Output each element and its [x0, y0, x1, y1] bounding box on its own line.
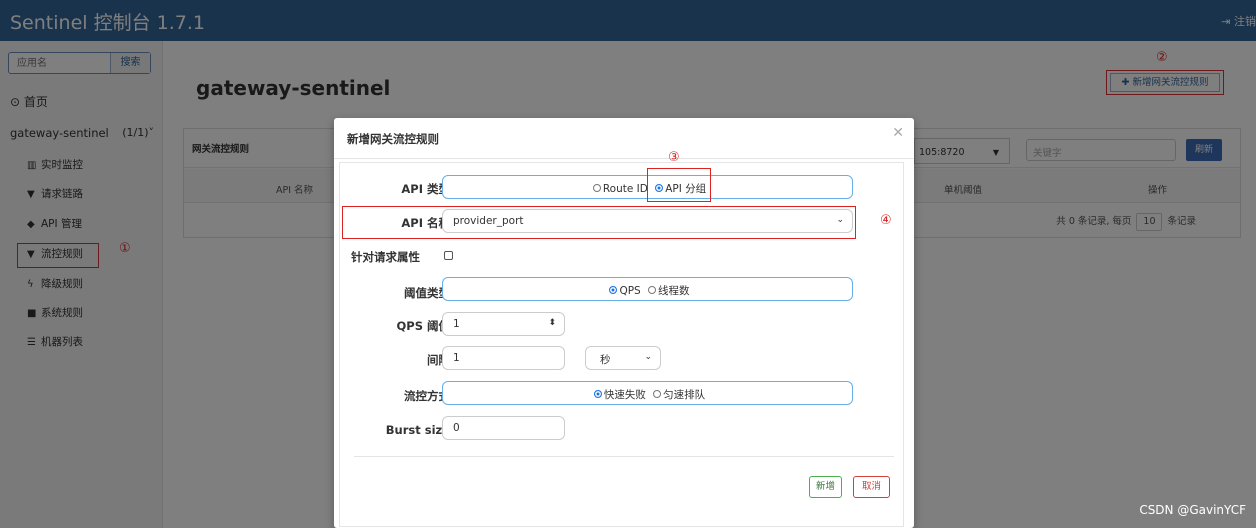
chevron-down-icon: ⌄ [836, 215, 844, 225]
radio-route-id[interactable] [592, 184, 601, 192]
qps-threshold-label: QPS 阈值 [396, 319, 451, 333]
interval-value: 1 [453, 352, 460, 364]
chevron-down-icon: ⌄ [644, 352, 652, 362]
control-behavior-field: 快速失败 匀速排队 [442, 381, 853, 405]
request-attr-label: 针对请求属性 [351, 250, 420, 264]
interval-unit-value: 秒 [600, 354, 611, 366]
interval-unit-select[interactable]: 秒 ⌄ [585, 346, 661, 370]
annotation-4: ④ [880, 213, 892, 228]
add-rule-modal: 新增网关流控规则 ✕ API 类型 Route ID API 分组 ③ API … [334, 118, 914, 528]
watermark: CSDN @GavinYCF [1139, 503, 1246, 517]
burst-size-label: Burst size [385, 423, 450, 437]
interval-input[interactable]: 1 [442, 346, 565, 370]
threads-label: 线程数 [658, 285, 690, 297]
api-name-select[interactable]: provider_port ⌄ [442, 209, 853, 233]
annotation-3: ③ [668, 150, 680, 165]
api-name-value: provider_port [453, 215, 524, 227]
request-attr-checkbox[interactable] [444, 251, 453, 260]
annotation-box-api-group [647, 168, 711, 202]
route-id-label: Route ID [602, 183, 648, 195]
api-type-label: API 类型 [401, 182, 450, 196]
modal-footer-divider [354, 456, 894, 457]
qps-threshold-value: 1 [453, 318, 460, 330]
close-icon[interactable]: ✕ [892, 125, 904, 141]
modal-divider [334, 158, 914, 159]
burst-size-input[interactable]: 0 [442, 416, 565, 440]
stepper-icon[interactable]: ⬍ [548, 318, 556, 328]
burst-size-value: 0 [453, 422, 460, 434]
cancel-button[interactable]: 取消 [853, 476, 890, 498]
control-behavior-options: 快速失败 匀速排队 [443, 387, 852, 402]
radio-threads[interactable] [648, 286, 657, 294]
radio-fast-fail[interactable] [593, 390, 602, 398]
threshold-type-options: QPS 线程数 [443, 283, 852, 298]
queue-label: 匀速排队 [663, 389, 706, 401]
threshold-type-label: 阈值类型 [404, 286, 450, 300]
radio-queue[interactable] [653, 390, 662, 398]
api-name-label: API 名称 [401, 216, 450, 230]
modal-title: 新增网关流控规则 [347, 132, 439, 146]
qps-threshold-input[interactable]: 1 ⬍ [442, 312, 565, 336]
control-behavior-label: 流控方式 [404, 389, 450, 403]
interval-label: 间隔 [427, 353, 450, 367]
confirm-add-button[interactable]: 新增 [809, 476, 842, 498]
radio-qps[interactable] [609, 286, 618, 294]
threshold-type-field: QPS 线程数 [442, 277, 853, 301]
qps-label: QPS [619, 285, 641, 297]
fast-fail-label: 快速失败 [603, 389, 646, 401]
